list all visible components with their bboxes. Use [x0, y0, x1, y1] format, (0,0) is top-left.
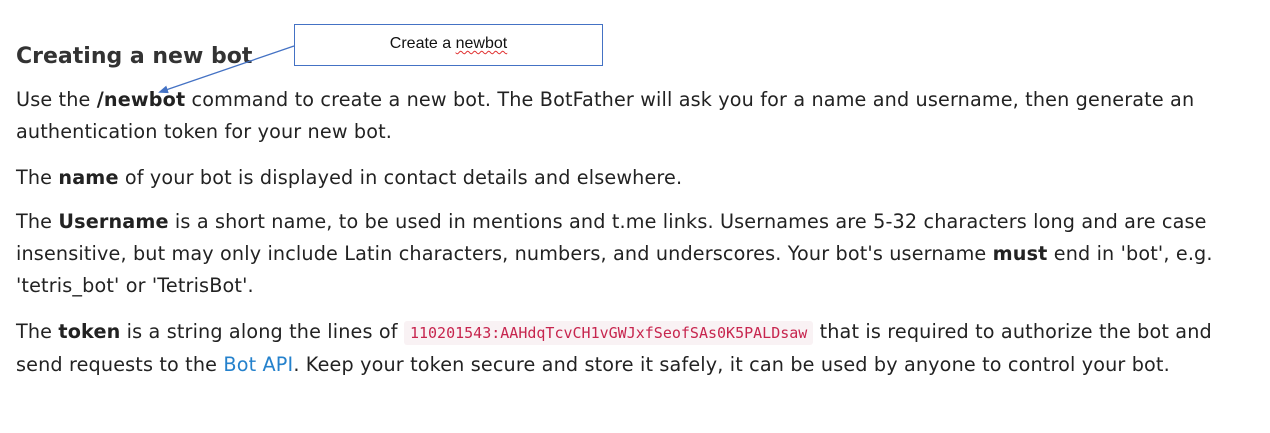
annotation-arrow-icon: [158, 45, 295, 94]
